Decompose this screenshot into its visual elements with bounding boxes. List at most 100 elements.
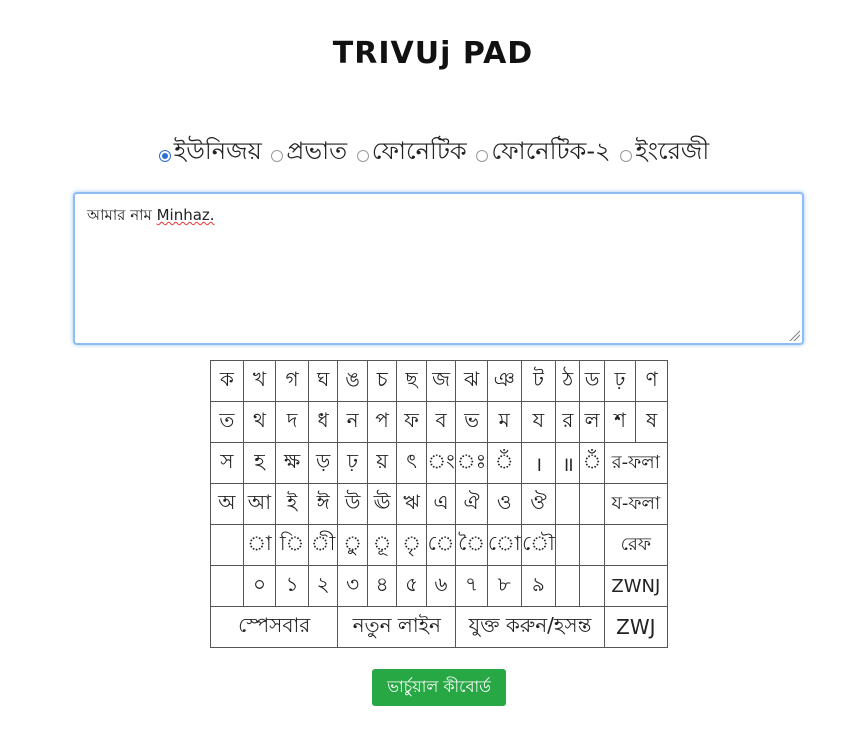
keyboard-key[interactable]: ৬ [425,565,457,607]
keyboard-key[interactable]: ু [337,524,368,566]
keyboard-key[interactable]: র [555,401,581,443]
keyboard-key[interactable]: ঋ [396,483,427,525]
keyboard-key[interactable]: ক্ষ [275,442,309,484]
keyboard-key[interactable]: ঁ [579,442,605,484]
keyboard-row: স্পেসবার নতুন লাইন যুক্ত করুন/হসন্ত ZWJ [209,606,669,648]
keyboard-empty-cell [579,565,605,607]
keyboard-key[interactable]: ড় [307,442,339,484]
keyboard-key[interactable]: ি [275,524,309,566]
layout-option-phonetic-2[interactable]: ফোনেটিক-২ [474,133,611,173]
keyboard-key[interactable]: য-ফলা [603,483,669,525]
keyboard-key[interactable]: ঈ [307,483,339,525]
keyboard-key[interactable]: র-ফলা [603,442,669,484]
keyboard-key[interactable]: চ [366,360,398,402]
keyboard-key[interactable]: ঝ [455,360,488,402]
virtual-keyboard-button[interactable]: ভার্চুয়াল কীবোর্ড [372,669,506,706]
layout-option-phonetic[interactable]: ফোনেটিক [355,133,467,173]
keyboard-key[interactable]: ০ [242,565,277,607]
keyboard-key[interactable]: ব [425,401,457,443]
keyboard-key[interactable]: ী [307,524,339,566]
keyboard-key[interactable]: ঙ [337,360,368,402]
keyboard-key[interactable]: ো [486,524,522,566]
radio-phonetic-2[interactable] [476,150,489,162]
keyboard-key[interactable]: ৫ [396,565,427,607]
newline-key[interactable]: নতুন লাইন [337,606,457,648]
keyboard-key[interactable]: আ [242,483,277,525]
keyboard-key[interactable]: ট [520,360,557,402]
keyboard-key[interactable]: থ [242,401,277,443]
radio-phonetic[interactable] [356,150,369,162]
keyboard-key[interactable]: ল [579,401,605,443]
radio-unijoy[interactable] [158,150,171,162]
keyboard-key[interactable]: ন [337,401,368,443]
keyboard-key[interactable]: ঔ [520,483,557,525]
radio-probhat[interactable] [271,150,284,162]
keyboard-key[interactable]: ৮ [486,565,522,607]
keyboard-key[interactable]: ণ [635,360,668,402]
keyboard-key[interactable]: ড [579,360,605,402]
keyboard-key[interactable]: ঊ [366,483,398,525]
keyboard-key[interactable]: ষ [635,401,668,443]
keyboard-key[interactable]: য [520,401,557,443]
keyboard-key[interactable]: ই [275,483,309,525]
resize-handle-icon[interactable] [788,329,800,341]
layout-option-english[interactable]: ইংরেজী [618,133,709,173]
keyboard-key[interactable]: এ [425,483,457,525]
keyboard-key[interactable]: হ [242,442,277,484]
keyboard-key[interactable]: ঢ় [603,360,637,402]
keyboard-key[interactable]: ভ [455,401,488,443]
keyboard-key[interactable]: ফ [396,401,427,443]
keyboard-key[interactable]: ছ [396,360,427,402]
keyboard-key[interactable]: শ [603,401,637,443]
keyboard-key[interactable]: ঘ [307,360,339,402]
keyboard-key[interactable]: ৭ [455,565,488,607]
keyboard-key[interactable]: অ [210,483,244,525]
keyboard-key[interactable]: ॥ [555,442,581,484]
keyboard-key[interactable]: য় [366,442,398,484]
keyboard-key[interactable]: ক [210,360,244,402]
keyboard-key[interactable]: ং [425,442,457,484]
keyboard-key[interactable]: ৌ [520,524,557,566]
keyboard-key[interactable]: প [366,401,398,443]
keyboard-key[interactable]: ঠ [555,360,581,402]
keyboard-key[interactable]: ত [210,401,244,443]
keyboard-key[interactable]: ঞ [486,360,522,402]
keyboard-key[interactable]: খ [242,360,277,402]
keyboard-key[interactable]: স [210,442,244,484]
text-editor[interactable]: আমার নাম Minhaz. [73,192,804,345]
editor-text-bangla: আমার নাম [87,206,157,224]
keyboard-key[interactable]: গ [275,360,309,402]
radio-english[interactable] [620,150,633,162]
keyboard-key[interactable]: ৈ [455,524,488,566]
keyboard-key[interactable]: ঐ [455,483,488,525]
space-key[interactable]: স্পেসবার [209,606,339,648]
keyboard-key[interactable]: া [242,524,277,566]
keyboard-key[interactable]: ৃ [396,524,427,566]
keyboard-key[interactable]: ৪ [366,565,398,607]
layout-option-probhat[interactable]: প্রভাত [269,133,347,173]
keyboard-key[interactable]: । [520,442,557,484]
keyboard-key[interactable]: ৩ [337,565,368,607]
keyboard-key[interactable]: ঁ [486,442,522,484]
keyboard-row: তথদধনপফবভমযরলশষ [210,401,668,443]
zwj-key[interactable]: ZWJ [603,606,669,648]
keyboard-key[interactable]: ২ [307,565,339,607]
keyboard-key[interactable]: ধ [307,401,339,443]
keyboard-key[interactable]: জ [425,360,457,402]
keyboard-key[interactable]: ১ [275,565,309,607]
join-hasanta-key[interactable]: যুক্ত করুন/হসন্ত [455,606,605,648]
keyboard-key[interactable]: ঃ [455,442,488,484]
keyboard-key[interactable]: দ [275,401,309,443]
keyboard-key[interactable]: উ [337,483,368,525]
layout-label-probhat: প্রভাত [286,137,348,165]
keyboard-key[interactable]: ZWNJ [603,565,669,607]
keyboard-key[interactable]: ৎ [396,442,427,484]
keyboard-key[interactable]: রেফ [603,524,669,566]
keyboard-key[interactable]: ে [425,524,457,566]
keyboard-key[interactable]: ঢ় [337,442,368,484]
keyboard-key[interactable]: ূ [366,524,398,566]
keyboard-key[interactable]: ৯ [520,565,557,607]
layout-option-unijoy[interactable]: ইউনিজয় [157,133,262,173]
keyboard-key[interactable]: ম [486,401,522,443]
keyboard-key[interactable]: ও [486,483,522,525]
